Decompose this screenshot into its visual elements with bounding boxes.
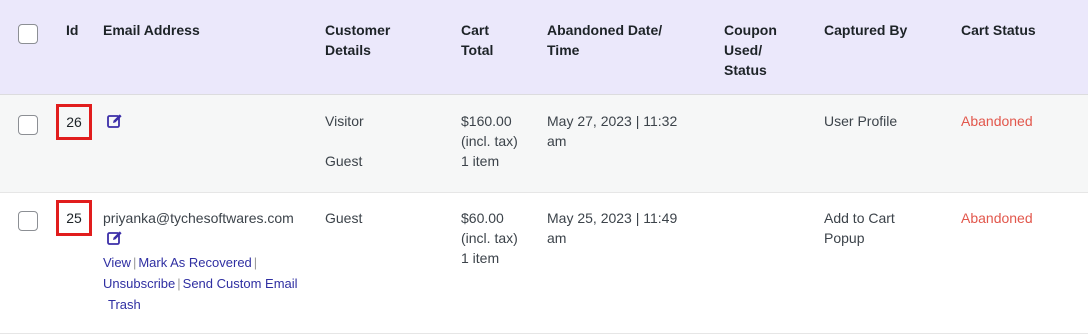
header-abandoned-line2: Time <box>547 42 580 58</box>
trash-link[interactable]: Trash <box>108 297 141 312</box>
cart-status: Abandoned <box>961 210 1033 226</box>
abandoned-date-line2: am <box>547 230 567 246</box>
cart-items: 1 item <box>461 153 500 169</box>
cart-tax-note: (incl. tax) <box>461 133 518 149</box>
captured-by-line2: Popup <box>824 230 865 246</box>
header-customer-line2: Details <box>325 42 371 58</box>
row-checkbox[interactable] <box>18 115 38 135</box>
captured-by: User Profile <box>824 113 898 129</box>
header-cart-total: Cart Total <box>461 20 493 60</box>
abandoned-date: May 27, 2023 | 11:32 am <box>547 111 677 151</box>
view-link[interactable]: View <box>103 255 131 270</box>
mark-as-recovered-link[interactable]: Mark As Recovered <box>138 255 251 270</box>
header-customer-line1: Customer <box>325 22 391 38</box>
table-row: 25 priyanka@tychesoftwares.com View | Mark… <box>0 193 1088 334</box>
header-coupon: Coupon Used/ Status <box>724 20 777 80</box>
row-checkbox[interactable] <box>18 211 38 231</box>
header-cart-line2: Total <box>461 42 494 58</box>
header-captured-by: Captured By <box>824 22 908 38</box>
edit-icon[interactable] <box>107 230 123 246</box>
send-custom-email-link[interactable]: Send Custom Email <box>183 276 298 291</box>
unsubscribe-link[interactable]: Unsubscribe <box>103 276 175 291</box>
row-id: 26 <box>56 104 92 140</box>
header-coupon-line2: Used/ <box>724 42 763 58</box>
cart-amount: $160.00 <box>461 113 512 129</box>
header-id[interactable]: Id <box>66 20 78 40</box>
header-coupon-line1: Coupon <box>724 22 777 38</box>
table-header: Id Email Address Customer Details Cart T… <box>0 0 1088 95</box>
cart-tax-note: (incl. tax) <box>461 230 518 246</box>
row-actions: View | Mark As Recovered | Unsubscribe | Send… <box>103 255 298 312</box>
cart-status: Abandoned <box>961 113 1033 129</box>
cart-amount: $60.00 <box>461 210 504 226</box>
captured-by: Add to Cart Popup <box>824 208 895 248</box>
header-customer-details: Customer Details <box>325 20 390 60</box>
cart-items: 1 item <box>461 250 500 266</box>
customer-type: Visitor <box>325 113 364 129</box>
header-abandoned-line1: Abandoned Date/ <box>547 22 663 38</box>
header-email[interactable]: Email Address <box>103 20 200 40</box>
row-id: 25 <box>56 200 92 236</box>
customer-details: Visitor Guest <box>325 111 364 171</box>
captured-by-line1: Add to Cart <box>824 210 895 226</box>
abandoned-date-line1: May 27, 2023 | 11:32 <box>547 113 678 129</box>
header-abandoned-date[interactable]: Abandoned Date/ Time <box>547 20 662 60</box>
header-cart-status: Cart Status <box>961 22 1036 38</box>
email-address: priyanka@tychesoftwares.com <box>103 210 294 226</box>
select-all-checkbox[interactable] <box>18 24 38 44</box>
table-row: 26 Visitor Guest $160.00 (incl. tax) 1 i… <box>0 95 1088 193</box>
edit-icon[interactable] <box>107 113 123 129</box>
abandoned-date-line2: am <box>547 133 567 149</box>
customer-details: Guest <box>325 210 363 226</box>
abandoned-carts-table: Id Email Address Customer Details Cart T… <box>0 0 1088 334</box>
header-coupon-line3: Status <box>724 62 767 78</box>
cart-total: $60.00 (incl. tax) 1 item <box>461 208 518 268</box>
customer-name: Guest <box>325 153 363 169</box>
abandoned-date-line1: May 25, 2023 | 11:49 <box>547 210 678 226</box>
header-cart-line1: Cart <box>461 22 490 38</box>
abandoned-date: May 25, 2023 | 11:49 am <box>547 208 677 248</box>
cart-total: $160.00 (incl. tax) 1 item <box>461 111 518 171</box>
